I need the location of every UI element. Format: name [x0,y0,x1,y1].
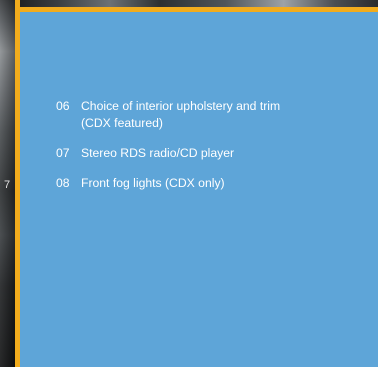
top-photo [15,0,378,7]
feature-item: 06 Choice of interior upholstery and tri… [56,98,366,132]
brochure-page: 7 06 Choice of interior upholstery and t… [0,0,378,367]
feature-text: Choice of interior upholstery and trim (… [81,98,366,132]
feature-description: Stereo RDS radio/CD player [81,146,235,160]
feature-note: (CDX featured) [81,116,163,130]
feature-description: Front fog lights (CDX only) [81,176,225,190]
feature-number: 08 [56,176,70,190]
feature-item: 07 Stereo RDS radio/CD player [56,145,366,162]
feature-list: 06 Choice of interior upholstery and tri… [56,98,366,205]
feature-item: 08 Front fog lights (CDX only) [56,175,366,192]
feature-description: Choice of interior upholstery and trim [81,99,281,113]
side-photo-label: 7 [4,179,11,191]
feature-number: 07 [56,146,70,160]
feature-number: 06 [56,99,70,113]
